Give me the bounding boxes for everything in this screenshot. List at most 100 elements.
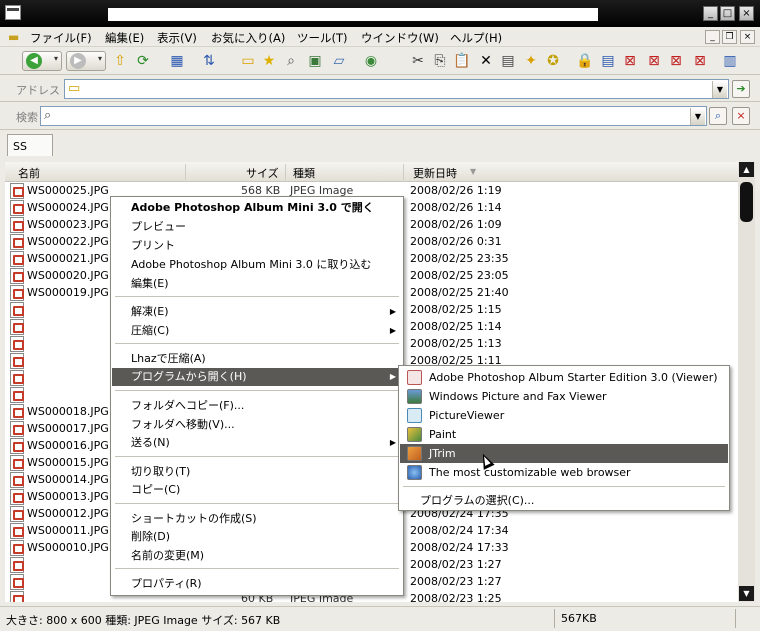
file-name: WS000025.JPG — [27, 184, 109, 197]
lock-icon[interactable]: 🔒 — [575, 51, 595, 71]
mdi-close-button[interactable]: × — [740, 30, 755, 44]
menu-edit-item[interactable]: 編集(E) — [112, 275, 402, 293]
search-icon[interactable]: ⌕ — [281, 51, 301, 71]
column-type[interactable]: 種類 — [293, 165, 315, 181]
thumbnail-icon[interactable]: ▣ — [305, 51, 325, 71]
favorites-star-icon[interactable]: ★ — [259, 51, 279, 71]
menu-properties[interactable]: プロパティ(R) — [112, 575, 402, 593]
submenu-item-pictureviewer[interactable]: PictureViewer — [400, 406, 728, 425]
minimize-button[interactable]: _ — [703, 6, 718, 21]
view-mode-icon[interactable]: ▦ — [167, 51, 187, 71]
close-left-icon[interactable]: ⊠ — [666, 51, 686, 71]
sort-icon[interactable]: ⇅ — [199, 51, 219, 71]
image-file-icon — [10, 302, 24, 318]
menu-extract[interactable]: 解凍(E) ▶ — [112, 303, 402, 321]
menu-copy[interactable]: コピー(C) — [112, 481, 402, 499]
back-button[interactable]: ◀ ▾ — [22, 51, 62, 71]
menu-preview[interactable]: プレビュー — [112, 218, 402, 236]
image-file-icon — [10, 574, 24, 590]
mdi-minimize-button[interactable]: _ — [705, 30, 720, 44]
menu-move-to-folder[interactable]: フォルダへ移動(V)... — [112, 416, 402, 434]
menu-copy-to-folder[interactable]: フォルダへコピー(F)... — [112, 397, 402, 415]
menu-print[interactable]: プリント — [112, 237, 402, 255]
menu-create-shortcut[interactable]: ショートカットの作成(S) — [112, 510, 402, 528]
go-button[interactable]: ➔ — [732, 80, 750, 98]
properties-icon[interactable]: ▤ — [498, 51, 518, 71]
forward-button[interactable]: ▶ ▾ — [66, 51, 106, 71]
title-bar[interactable]: _ □ × — [0, 0, 760, 27]
file-name: WS000021.JPG — [27, 252, 109, 265]
window-icon[interactable] — [5, 5, 21, 20]
submenu-item-jtrim[interactable]: JTrim — [400, 444, 728, 463]
menu-lhaz[interactable]: Lhazで圧縮(A) — [112, 350, 402, 368]
copy-icon[interactable]: ⎘ — [430, 51, 450, 71]
scroll-up-button[interactable]: ▲ — [739, 162, 754, 177]
submenu-item-web-browser[interactable]: The most customizable web browser — [400, 463, 728, 482]
menu-window[interactable]: ウインドウ(W) — [361, 30, 439, 46]
file-name: WS000015.JPG — [27, 456, 109, 469]
menu-rename[interactable]: 名前の変更(M) — [112, 547, 402, 565]
submenu-choose-program[interactable]: プログラムの選択(C)... — [400, 491, 728, 510]
menu-open-photoshop[interactable]: Adobe Photoshop Album Mini 3.0 で開く — [112, 199, 402, 217]
menu-file[interactable]: ファイル(F) — [30, 30, 92, 46]
scroll-thumb[interactable] — [740, 182, 753, 222]
drive-icon[interactable]: ▱ — [329, 51, 349, 71]
tile-icon[interactable]: ▤ — [598, 51, 618, 71]
search-go-button[interactable]: ⌕ — [709, 107, 727, 125]
column-name[interactable]: 名前 — [18, 165, 40, 181]
network-icon[interactable]: ◉ — [361, 51, 381, 71]
image-file-icon — [10, 489, 24, 505]
column-modified[interactable]: 更新日時 — [413, 165, 457, 181]
column-size[interactable]: サイズ — [246, 165, 279, 181]
cut-icon[interactable]: ✂ — [408, 51, 428, 71]
refresh-icon[interactable]: ⟳ — [133, 51, 153, 71]
file-name: WS000018.JPG — [27, 405, 109, 418]
file-modified: 2008/02/26 1:19 — [410, 184, 502, 197]
menu-help[interactable]: ヘルプ(H) — [450, 30, 502, 46]
maximize-button[interactable]: □ — [720, 6, 735, 21]
menu-delete[interactable]: 削除(D) — [112, 528, 402, 546]
folders-icon[interactable]: ▭ — [238, 51, 258, 71]
menu-cut[interactable]: 切り取り(T) — [112, 463, 402, 481]
image-file-icon — [10, 370, 24, 386]
search-input[interactable]: ⌕ ▼ — [40, 106, 707, 126]
menu-tools[interactable]: ツール(T) — [297, 30, 348, 46]
paste-icon[interactable]: 📋 — [452, 51, 472, 71]
file-modified: 2008/02/24 17:34 — [410, 524, 509, 537]
address-dropdown[interactable]: ▼ — [712, 81, 727, 98]
menu-compress[interactable]: 圧縮(C) ▶ — [112, 322, 402, 340]
submenu-item-photoshop-album[interactable]: Adobe Photoshop Album Starter Edition 3.… — [400, 368, 728, 387]
new-folder-icon[interactable]: ✦ — [521, 51, 541, 71]
picture-viewer-icon — [407, 389, 422, 404]
close-button[interactable]: × — [739, 6, 754, 21]
submenu-item-paint[interactable]: Paint — [400, 425, 728, 444]
file-modified: 2008/02/25 23:35 — [410, 252, 509, 265]
window-list-icon[interactable]: ▥ — [720, 51, 740, 71]
image-file-icon — [10, 251, 24, 267]
search-clear-button[interactable]: × — [732, 107, 750, 125]
address-bar: アドレス ▭ ▼ ➔ — [0, 75, 760, 102]
menu-send-to[interactable]: 送る(N) ▶ — [112, 434, 402, 452]
close-others-icon[interactable]: ⊠ — [644, 51, 664, 71]
close-tab-icon[interactable]: ⊠ — [620, 51, 640, 71]
image-file-icon — [10, 404, 24, 420]
up-folder-icon[interactable]: ⇧ — [110, 51, 130, 71]
submenu-arrow-icon: ▶ — [389, 307, 396, 316]
menu-favorites[interactable]: お気に入り(A) — [211, 30, 285, 46]
menu-edit[interactable]: 編集(E) — [105, 30, 144, 46]
vertical-scrollbar[interactable]: ▲ ▼ — [738, 162, 755, 602]
search-dropdown[interactable]: ▼ — [690, 108, 705, 125]
address-input[interactable]: ▭ ▼ — [64, 79, 729, 99]
mdi-restore-button[interactable]: ❐ — [722, 30, 737, 44]
browser-icon — [407, 465, 422, 480]
menu-open-with[interactable]: プログラムから開く(H) ▶ — [112, 368, 402, 386]
menu-import-photoshop[interactable]: Adobe Photoshop Album Mini 3.0 に取り込む — [112, 256, 402, 274]
add-favorite-icon[interactable]: ✪ — [543, 51, 563, 71]
submenu-item-windows-picture-viewer[interactable]: Windows Picture and Fax Viewer — [400, 387, 728, 406]
menu-view[interactable]: 表示(V) — [157, 30, 197, 46]
image-file-icon — [10, 319, 24, 335]
delete-icon[interactable]: ✕ — [476, 51, 496, 71]
tab-ss[interactable]: SS — [7, 134, 53, 156]
close-right-icon[interactable]: ⊠ — [690, 51, 710, 71]
scroll-down-button[interactable]: ▼ — [739, 586, 754, 601]
